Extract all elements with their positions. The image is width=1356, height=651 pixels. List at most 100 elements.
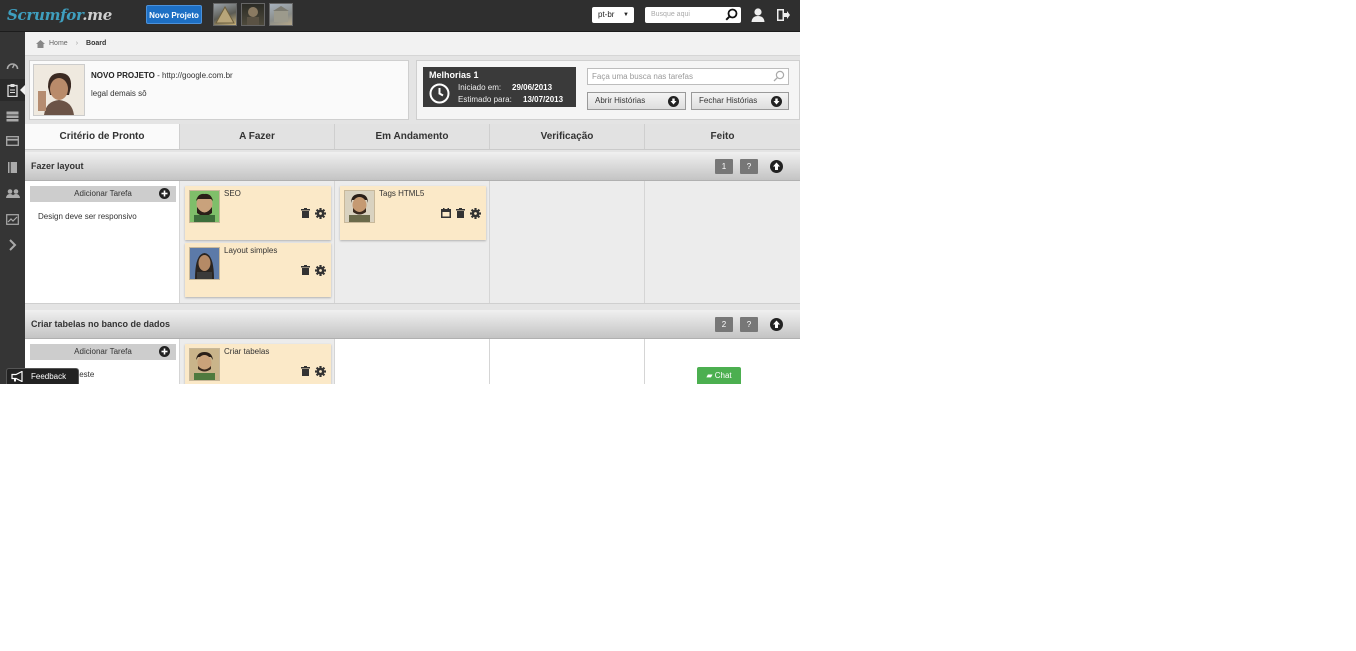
project-thumbnail[interactable] [241,3,265,26]
add-task-button[interactable]: Adicionar Tarefa [30,186,176,202]
trash-icon[interactable] [301,366,310,379]
feedback-button[interactable]: Feedback [6,368,79,384]
lane-todo: SEO Layout simples [180,181,335,303]
sprint-start: Iniciado em: 29/06/2013 [458,83,552,92]
arrow-down-circle-icon [668,96,679,113]
lane-verification [490,181,645,303]
sprint-start-label: Iniciado em: [458,83,502,92]
collapse-story-icon[interactable] [770,160,783,175]
story-help-button[interactable]: ? [740,317,758,332]
book-icon [8,161,17,173]
sidebar-item-team[interactable] [0,182,25,204]
user-icon[interactable] [750,7,766,23]
task-card[interactable]: SEO [185,186,331,240]
breadcrumb: Home › Board [25,32,800,56]
sidebar [0,32,25,384]
task-search-input[interactable]: Faça uma busca nas tarefas [587,68,789,85]
logout-icon[interactable] [775,7,791,23]
chat-label: Chat [714,371,732,380]
lane-in-progress [335,339,490,384]
trash-icon[interactable] [456,208,465,221]
breadcrumb-home-link[interactable]: Home [49,40,68,47]
sidebar-item-board[interactable] [0,79,25,101]
calendar-icon[interactable] [441,208,451,221]
sprint-panel: Melhorias 1 Iniciado em: 29/06/2013 Estim… [416,60,800,120]
story-header[interactable]: Fazer layout 1 ? [25,152,800,181]
sprint-start-date: 29/06/2013 [512,83,553,92]
lane-criteria: Adicionar Tarefa Design deve ser respons… [25,181,180,303]
new-project-button[interactable]: Novo Projeto [146,5,202,24]
search-icon[interactable] [773,70,785,84]
project-info-panel: NOVO PROJETO - http://google.com.br lega… [29,60,409,120]
gear-icon[interactable] [315,265,326,278]
trash-icon[interactable] [301,208,310,221]
close-stories-button[interactable]: Fechar Histórias [691,92,789,110]
collapse-story-icon[interactable] [770,318,783,333]
task-avatar [189,348,220,381]
add-task-label: Adicionar Tarefa [74,189,132,198]
open-stories-label: Abrir Histórias [595,96,646,105]
task-card[interactable]: Tags HTML5 [340,186,486,240]
search-icon[interactable] [725,8,738,23]
task-title: Criar tabelas [224,347,270,356]
sidebar-item-docs[interactable] [0,156,25,178]
project-avatar [33,64,85,116]
column-criteria: Critério de Pronto [25,124,180,149]
arrow-down-circle-icon [771,96,782,113]
add-task-button[interactable]: Adicionar Tarefa [30,344,176,360]
project-thumbnail[interactable] [269,3,293,26]
task-avatar [344,190,375,223]
chat-bubble-icon: ▰ [706,371,713,380]
language-select[interactable]: pt-br ▼ [592,7,634,23]
home-icon[interactable] [36,39,45,48]
sidebar-item-stories[interactable] [0,105,25,127]
task-card[interactable]: Criar tabelas [185,344,331,384]
global-search-input[interactable]: Busque aqui [645,7,741,23]
plus-circle-icon [159,346,170,363]
sprint-estimate-date: 13/07/2013 [523,95,564,104]
lane-done [645,181,800,303]
task-avatar [189,247,220,280]
project-separator: - [154,71,162,80]
project-thumbnail[interactable] [213,3,237,26]
clock-icon [429,83,450,106]
gear-icon[interactable] [470,208,481,221]
lane-in-progress: Tags HTML5 [335,181,490,303]
task-actions [301,265,326,278]
plus-circle-icon [159,188,170,205]
column-verification: Verificação [490,124,645,149]
gear-icon[interactable] [315,208,326,221]
sidebar-item-cards[interactable] [0,130,25,152]
breadcrumb-current: Board [86,40,107,47]
done-criteria-text: Design deve ser responsivo [38,212,137,221]
dashboard-icon [6,63,19,70]
open-stories-button[interactable]: Abrir Histórias [587,92,686,110]
story-header[interactable]: Criar tabelas no banco de dados 2 ? [25,310,800,339]
task-avatar [189,190,220,223]
project-url[interactable]: http://google.com.br [162,71,233,80]
column-todo: A Fazer [180,124,335,149]
team-icon [5,188,20,198]
story-help-button[interactable]: ? [740,159,758,174]
sprint-estimate: Estimado para: 13/07/2013 [458,95,563,104]
trash-icon[interactable] [301,265,310,278]
sidebar-item-expand[interactable] [0,234,25,256]
language-value: pt-br [598,10,615,19]
logo[interactable]: Scrumfor.me [7,6,112,24]
chevron-down-icon: ▼ [623,12,629,18]
chat-button[interactable]: ▰ Chat [697,367,741,384]
sidebar-item-reports[interactable] [0,208,25,230]
story-number-badge: 2 [715,317,733,332]
gear-icon[interactable] [315,366,326,379]
task-actions [301,366,326,379]
sprint-title: Melhorias 1 [429,70,479,80]
project-title: NOVO PROJETO - http://google.com.br [91,71,233,80]
sprint-info: Melhorias 1 Iniciado em: 29/06/2013 Estim… [423,67,576,107]
task-title: Tags HTML5 [379,189,425,198]
board-column-headers: Critério de Pronto A Fazer Em Andamento … [25,124,800,150]
story-title: Criar tabelas no banco de dados [31,319,171,329]
logo-main: Scrumfor [7,6,83,24]
sidebar-item-dashboard[interactable] [0,54,25,76]
column-in-progress: Em Andamento [335,124,490,149]
task-card[interactable]: Layout simples [185,243,331,297]
